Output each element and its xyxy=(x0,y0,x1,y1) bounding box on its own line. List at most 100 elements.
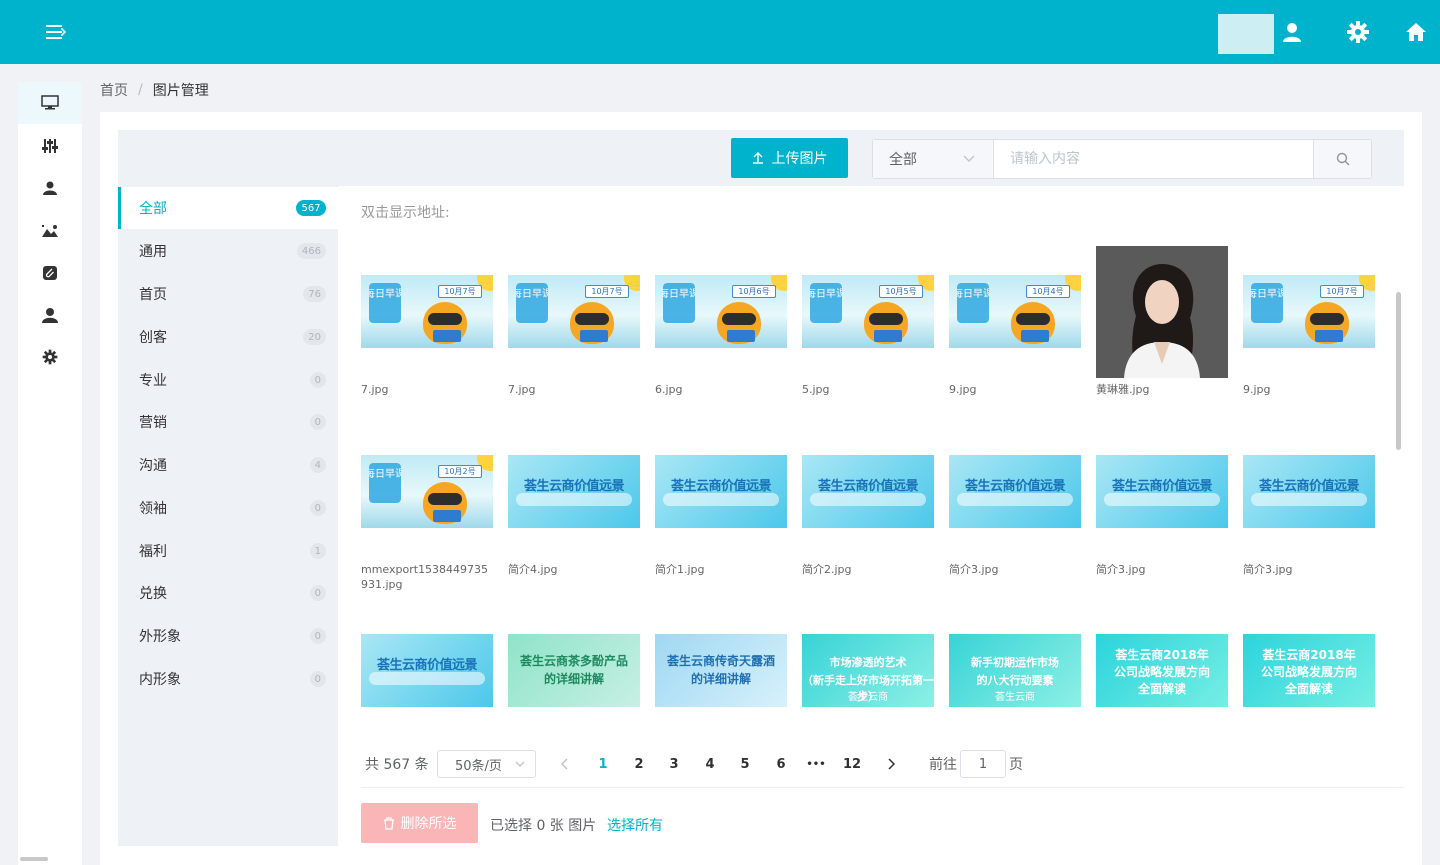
category-item-marketing[interactable]: 营销 0 xyxy=(118,401,338,443)
user-icon xyxy=(42,308,58,323)
breadcrumb-current: 图片管理 xyxy=(152,83,209,99)
sidebar xyxy=(18,82,82,865)
category-count-badge: 4 xyxy=(309,457,326,473)
image-thumbnail[interactable]: 荟生云商价值远景 xyxy=(802,455,934,528)
page-button-3[interactable]: 3 xyxy=(663,750,685,778)
image-thumbnail[interactable]: 荟生云商价值远景 xyxy=(1243,455,1375,528)
image-thumbnail[interactable]: 荟生云商价值远景 xyxy=(1096,455,1228,528)
chevron-right-icon xyxy=(888,758,895,770)
page-button-5[interactable]: 5 xyxy=(734,750,756,778)
image-thumbnail[interactable]: 荟生云商价值远景 xyxy=(655,455,787,528)
svg-text:每日早课: 每日早课 xyxy=(516,287,548,300)
category-item-general[interactable]: 通用 466 xyxy=(118,230,338,272)
image-thumbnail[interactable]: 每日早课 10月5号 xyxy=(802,275,934,348)
image-thumbnail[interactable]: 荟生云商传奇天露酒 的详细讲解 xyxy=(655,634,787,707)
page-size-select[interactable]: 50条/页 xyxy=(437,750,536,778)
image-thumbnail[interactable]: 荟生云商2018年 公司战略发展方向 全面解读 xyxy=(1096,634,1228,707)
category-item-all[interactable]: 全部 567 xyxy=(118,187,338,229)
page-button-4[interactable]: 4 xyxy=(699,750,721,778)
category-item-external-image[interactable]: 外形象 0 xyxy=(118,615,338,657)
sidebar-item-profile[interactable] xyxy=(18,294,82,336)
sidebar-item-dashboard[interactable] xyxy=(18,82,82,124)
category-label: 创客 xyxy=(139,330,167,346)
image-thumbnail[interactable]: 每日早课 10月7号 xyxy=(508,275,640,348)
image-thumbnail[interactable]: 市场渗透的艺术 （新手走上好市场开拓第一步） 荟生云商 xyxy=(802,634,934,707)
category-item-professional[interactable]: 专业 0 xyxy=(118,359,338,401)
category-label: 领袖 xyxy=(139,501,167,517)
filter-value: 全部 xyxy=(889,152,917,168)
prev-page-button[interactable] xyxy=(557,750,573,778)
image-filename: 黄琳雅.jpg xyxy=(1096,383,1150,396)
image-thumbnail[interactable]: 荟生云商2018年 公司战略发展方向 全面解读 xyxy=(1243,634,1375,707)
delete-selected-button[interactable]: 删除所选 xyxy=(361,803,478,843)
category-label: 外形象 xyxy=(139,629,181,645)
chevron-down-icon xyxy=(963,155,975,162)
monitor-icon xyxy=(41,95,59,110)
category-label: 营销 xyxy=(139,415,167,431)
goto-suffix: 页 xyxy=(1009,757,1023,773)
svg-text:每日早课: 每日早课 xyxy=(810,287,842,300)
image-thumbnail[interactable]: 每日早课 10月7号 xyxy=(1243,275,1375,348)
sidebar-item-attachments[interactable] xyxy=(18,252,82,294)
image-thumbnail[interactable]: 荟生云商价值远景 xyxy=(949,455,1081,528)
image-filename: 简介3.jpg xyxy=(1243,563,1293,576)
category-label: 首页 xyxy=(139,287,167,303)
category-count-badge: 0 xyxy=(309,585,326,601)
sidebar-item-users[interactable] xyxy=(18,167,82,209)
image-thumbnail[interactable]: 荟生云商价值远景 xyxy=(508,455,640,528)
search-button[interactable] xyxy=(1313,140,1371,178)
category-count-badge: 0 xyxy=(309,671,326,687)
page-button-12[interactable]: 12 xyxy=(840,750,864,778)
sidebar-item-images[interactable] xyxy=(18,210,82,252)
sidebar-item-settings-sliders[interactable] xyxy=(18,125,82,167)
page-ellipsis-button[interactable]: ••• xyxy=(805,750,827,778)
attachment-icon xyxy=(43,266,57,280)
image-icon xyxy=(42,225,58,237)
user-icon[interactable] xyxy=(1280,20,1304,44)
image-thumbnail[interactable]: 每日早课 10月2号 xyxy=(361,455,493,528)
goto-page-input[interactable] xyxy=(960,750,1006,778)
image-thumbnail[interactable] xyxy=(1096,246,1228,378)
upload-image-button[interactable]: 上传图片 xyxy=(731,138,848,178)
page-button-6[interactable]: 6 xyxy=(770,750,792,778)
image-thumbnail[interactable]: 每日早课 10月4号 xyxy=(949,275,1081,348)
image-thumbnail[interactable]: 每日早课 10月6号 xyxy=(655,275,787,348)
category-count-badge: 0 xyxy=(309,372,326,388)
course-logo: 每日早课 xyxy=(369,463,401,503)
next-page-button[interactable] xyxy=(883,750,899,778)
image-thumbnail[interactable]: 新手初期运作市场 的八大行动要素 荟生云商 xyxy=(949,634,1081,707)
page-button-1[interactable]: 1 xyxy=(592,750,614,778)
gear-icon[interactable] xyxy=(1346,20,1370,44)
upload-label: 上传图片 xyxy=(771,151,828,167)
category-count-badge: 20 xyxy=(303,329,326,345)
image-thumbnail[interactable]: 每日早课 10月7号 xyxy=(361,275,493,348)
category-count-badge: 0 xyxy=(309,628,326,644)
category-item-maker[interactable]: 创客 20 xyxy=(118,316,338,358)
category-label: 专业 xyxy=(139,373,167,389)
category-item-welfare[interactable]: 福利 1 xyxy=(118,530,338,572)
category-item-internal-image[interactable]: 内形象 0 xyxy=(118,658,338,700)
image-thumbnail[interactable]: 荟生云商茶多酚产品 的详细讲解 xyxy=(508,634,640,707)
category-item-home[interactable]: 首页 76 xyxy=(118,273,338,315)
breadcrumb-home[interactable]: 首页 xyxy=(100,80,128,100)
sidebar-item-system[interactable] xyxy=(18,336,82,378)
course-logo: 每日早课 xyxy=(957,283,989,323)
breadcrumb: 首页 / 图片管理 xyxy=(100,80,209,100)
home-icon[interactable] xyxy=(1404,20,1428,44)
gallery-scrollbar[interactable] xyxy=(1396,292,1401,450)
menu-toggle-icon[interactable] xyxy=(46,22,68,42)
image-thumbnail[interactable]: 荟生云商价值远景 xyxy=(361,634,493,707)
category-item-communication[interactable]: 沟通 4 xyxy=(118,444,338,486)
page-button-2[interactable]: 2 xyxy=(628,750,650,778)
svg-text:每日早课: 每日早课 xyxy=(369,467,401,480)
gallery-hint: 双击显示地址: xyxy=(361,205,450,221)
category-filter-select[interactable]: 全部 xyxy=(873,140,994,178)
category-count-badge: 466 xyxy=(296,243,326,259)
user-name-box[interactable] xyxy=(1218,14,1274,54)
chevron-down-icon xyxy=(515,761,525,767)
select-all-link[interactable]: 选择所有 xyxy=(607,815,663,835)
search-input[interactable] xyxy=(994,140,1313,178)
category-item-exchange[interactable]: 兑换 0 xyxy=(118,572,338,614)
category-item-leader[interactable]: 领袖 0 xyxy=(118,487,338,529)
sidebar-scrollbar[interactable] xyxy=(20,857,48,861)
